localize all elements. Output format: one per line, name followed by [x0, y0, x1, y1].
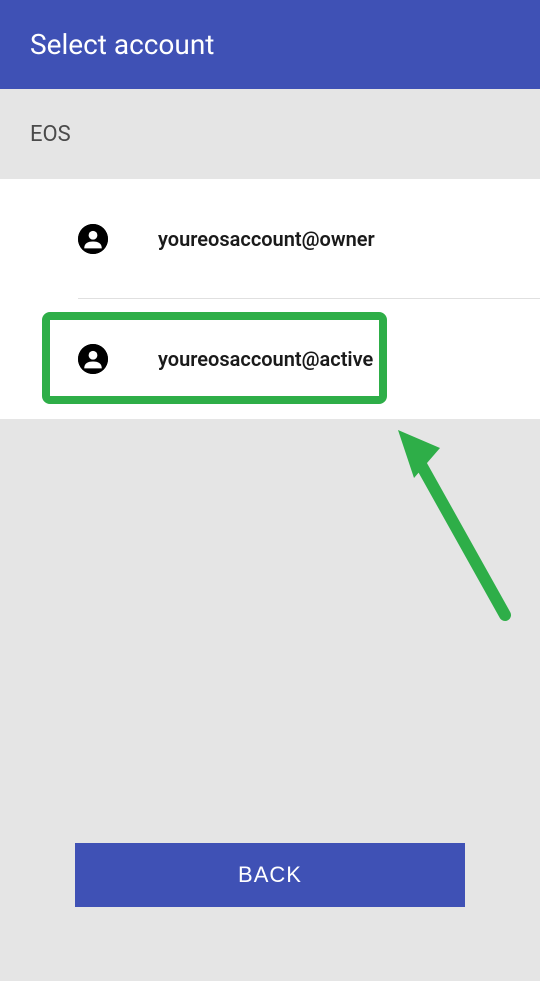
section-header: EOS [0, 89, 540, 179]
account-item-owner[interactable]: youreosaccount@owner [0, 179, 540, 299]
page-title: Select account [30, 28, 214, 61]
back-button[interactable]: BACK [75, 843, 465, 907]
account-label: youreosaccount@active [158, 347, 373, 371]
account-item-active[interactable]: youreosaccount@active [0, 299, 540, 419]
account-label: youreosaccount@owner [158, 227, 375, 251]
person-icon [78, 344, 108, 374]
app-header: Select account [0, 0, 540, 89]
person-icon [78, 224, 108, 254]
account-list: youreosaccount@owner youreosaccount@acti… [0, 179, 540, 419]
section-title: EOS [30, 122, 71, 147]
arrow-annotation [390, 420, 530, 630]
